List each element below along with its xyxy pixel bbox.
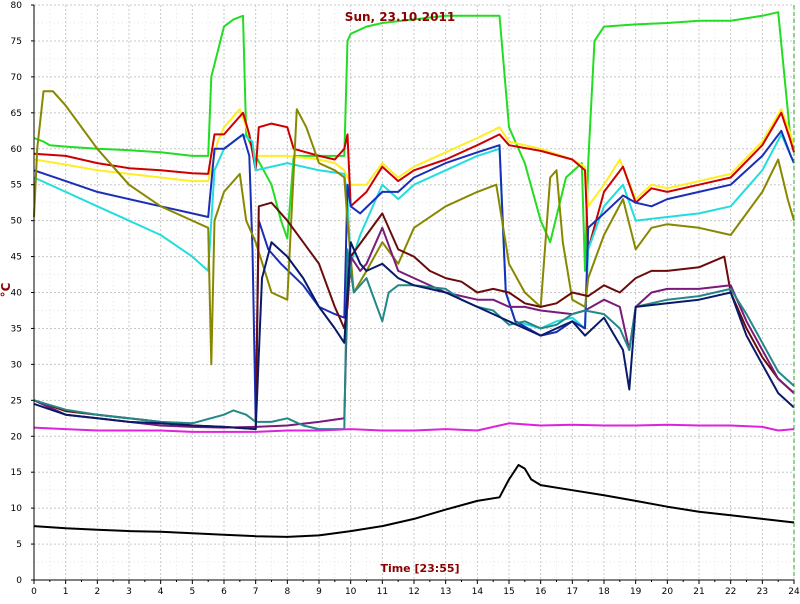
y-tick-label: 70 <box>11 73 23 83</box>
y-tick-label: 80 <box>11 1 23 11</box>
x-tick-label: 2 <box>94 587 100 597</box>
y-tick-label: 45 <box>11 253 22 263</box>
y-tick-label: 75 <box>11 37 22 47</box>
chart-background <box>0 0 800 600</box>
x-tick-label: 9 <box>316 587 322 597</box>
y-tick-label: 10 <box>11 504 23 514</box>
x-tick-label: 11 <box>377 587 388 597</box>
y-tick-label: 25 <box>11 396 22 406</box>
x-tick-label: 6 <box>221 587 227 597</box>
x-tick-label: 23 <box>757 587 768 597</box>
x-tick-label: 5 <box>189 587 195 597</box>
y-tick-label: 30 <box>11 360 23 370</box>
x-axis-label: Time [23:55] <box>380 562 459 575</box>
x-tick-label: 15 <box>503 587 514 597</box>
y-tick-label: 35 <box>11 324 22 334</box>
x-tick-label: 22 <box>725 587 736 597</box>
x-tick-label: 13 <box>440 587 451 597</box>
x-tick-label: 7 <box>253 587 259 597</box>
x-tick-label: 19 <box>630 587 642 597</box>
y-tick-label: 50 <box>11 217 23 227</box>
x-tick-label: 12 <box>408 587 419 597</box>
x-tick-label: 1 <box>63 587 69 597</box>
x-tick-label: 17 <box>567 587 578 597</box>
chart-svg: 0 1 2 3 4 5 6 7 8 9 10 11 12 13 14 15 16 17 18 19 20 21 22 23 24… <box>0 0 800 600</box>
x-tick-label: 10 <box>345 587 357 597</box>
x-tick-label: 20 <box>662 587 674 597</box>
x-tick-label: 8 <box>284 587 290 597</box>
x-tick-label: 3 <box>126 587 132 597</box>
x-tick-label: 21 <box>693 587 704 597</box>
y-tick-label: 60 <box>11 145 23 155</box>
y-tick-label: 5 <box>16 540 22 550</box>
y-axis-label: °C <box>0 282 13 297</box>
y-tick-label: 55 <box>11 181 22 191</box>
x-tick-label: 14 <box>472 587 484 597</box>
x-tick-label: 18 <box>598 587 610 597</box>
y-tick-label: 0 <box>16 576 22 586</box>
x-tick-label: 0 <box>31 587 37 597</box>
temperature-chart: 0 1 2 3 4 5 6 7 8 9 10 11 12 13 14 15 16 17 18 19 20 21 22 23 24… <box>0 0 800 600</box>
chart-title: Sun, 23.10.2011 <box>345 10 455 24</box>
y-tick-label: 65 <box>11 109 22 119</box>
x-tick-label: 24 <box>788 587 800 597</box>
y-tick-label: 20 <box>11 432 23 442</box>
x-tick-label: 4 <box>158 587 164 597</box>
y-tick-label: 15 <box>11 468 22 478</box>
x-tick-label: 16 <box>535 587 547 597</box>
